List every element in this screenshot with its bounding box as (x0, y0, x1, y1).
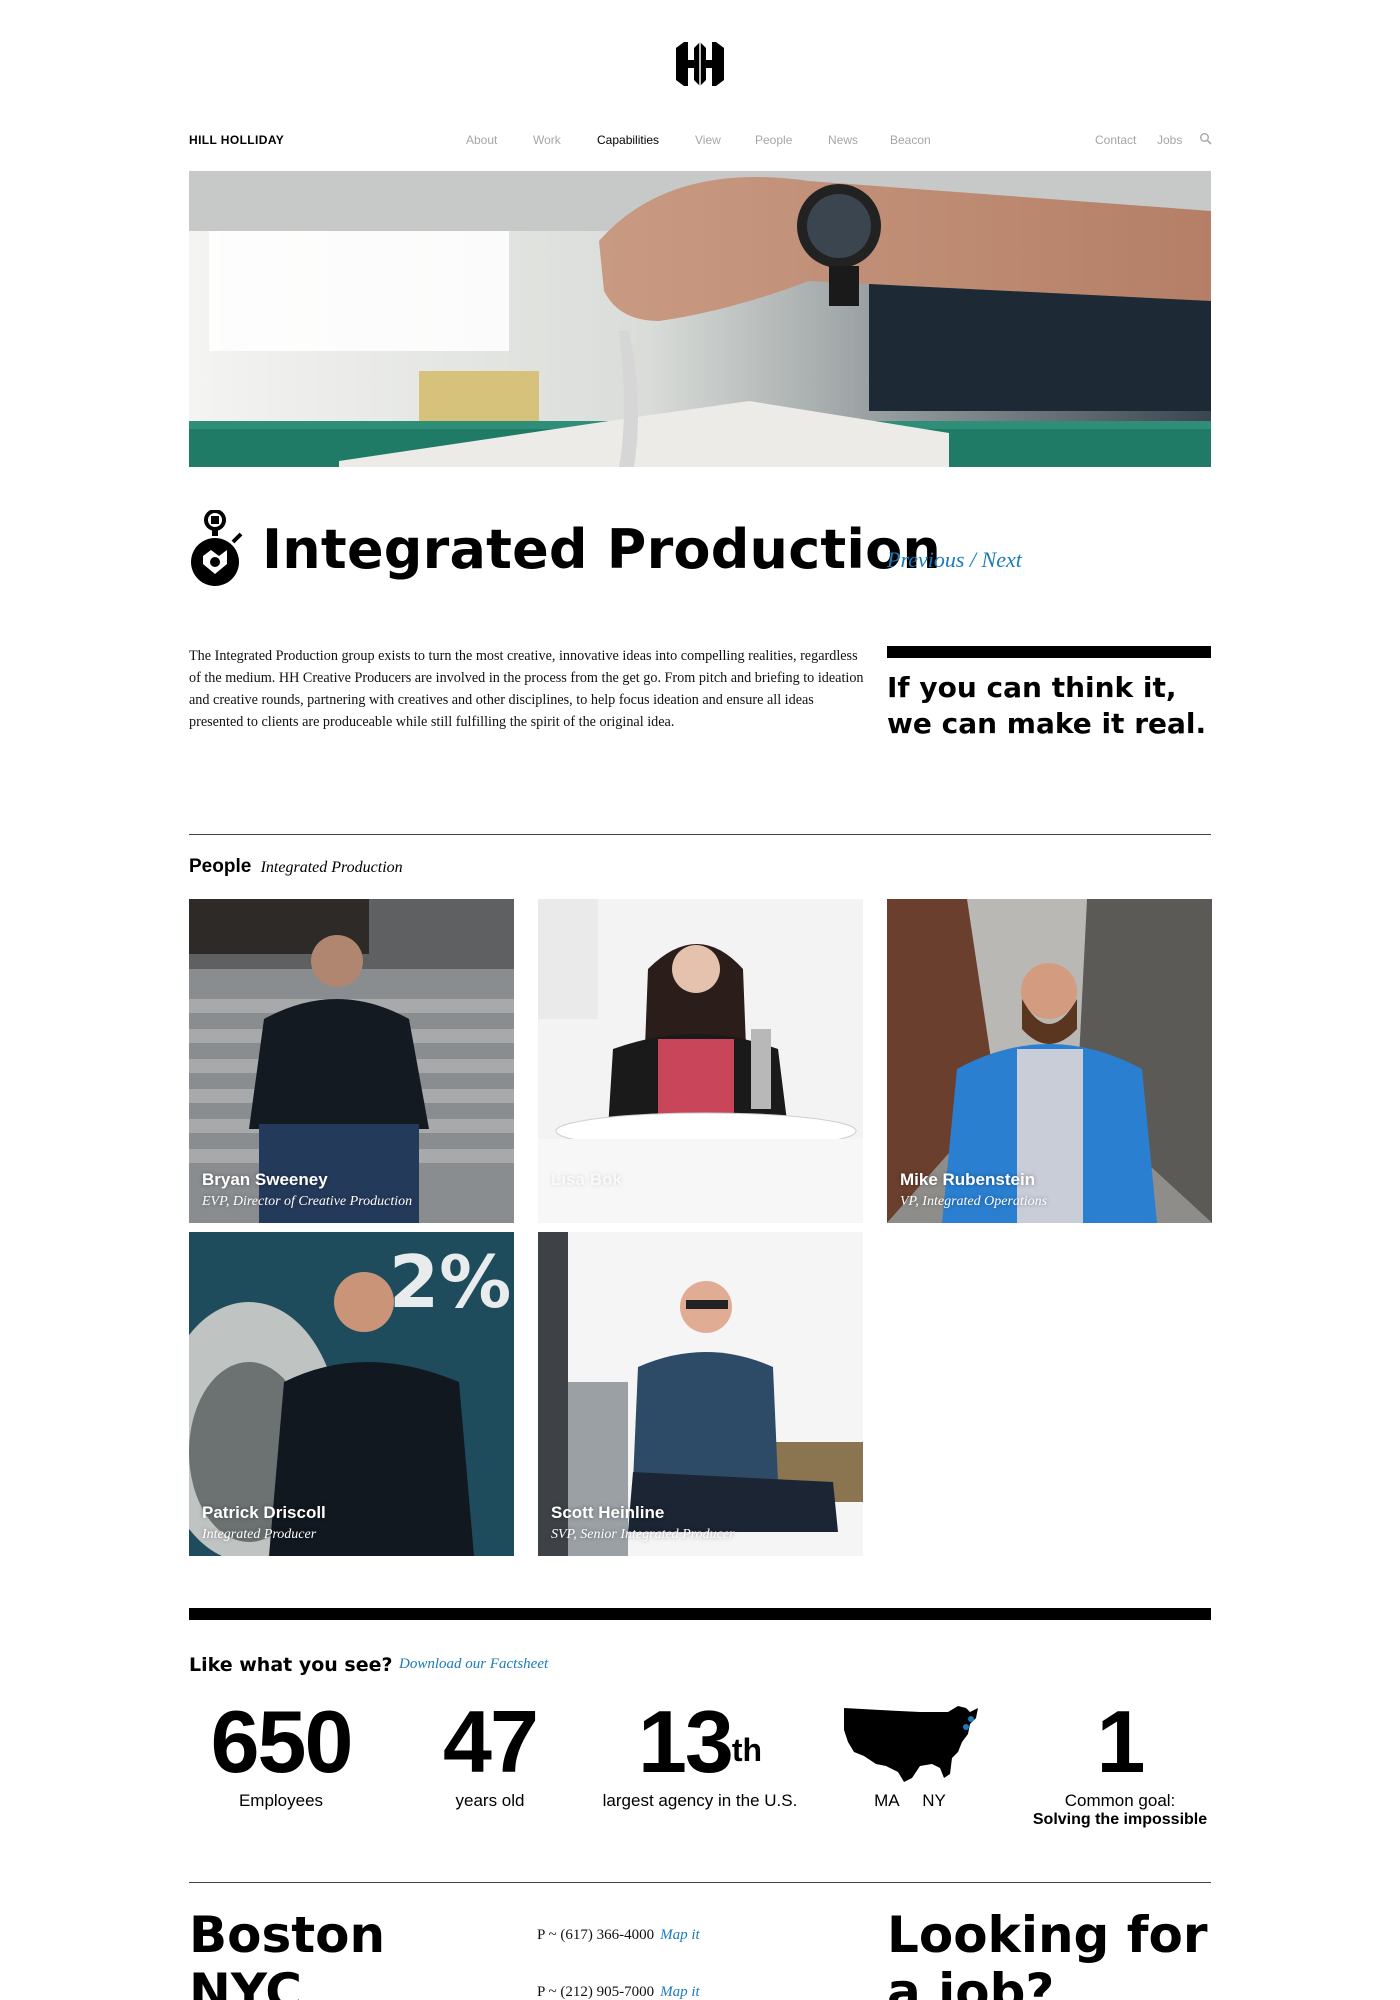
stat-locations-label: MA NY (874, 1791, 946, 1810)
factsheet-link[interactable]: Download our Factsheet (399, 1656, 548, 1673)
nav-contact[interactable]: Contact (1095, 133, 1136, 147)
stat-years-label: years old (455, 1791, 525, 1810)
nav-jobs[interactable]: Jobs (1157, 133, 1182, 147)
person-role: EVP, Director of Creative Production (202, 1194, 413, 1209)
stat-rank-label: largest agency in the U.S. (602, 1791, 798, 1810)
person-name: Lisa Bok (551, 1170, 622, 1189)
stat-employees-value: 650 (210, 1692, 354, 1791)
stat-goal-label: Common goal: Solving the impossible (1010, 1791, 1230, 1829)
nav-news[interactable]: News (828, 133, 858, 147)
nav-about[interactable]: About (466, 133, 497, 147)
page-title: Integrated Production (262, 518, 942, 581)
stat-goal-sub: Solving the impossible (1032, 1811, 1208, 1828)
boston-phone-number: P ~ (617) 366-4000 (537, 1927, 655, 1943)
prev-next-nav: Previous / Next (887, 547, 1022, 573)
stat-rank-suffix: th (731, 1732, 763, 1768)
stat-employees-label: Employees (238, 1791, 324, 1810)
person-role: SVP, Senior Integrated Producer (551, 1527, 735, 1542)
stats-divider (189, 1608, 1211, 1620)
nav-people[interactable]: People (755, 133, 792, 147)
svg-text:2%: 2% (389, 1240, 511, 1324)
previous-link[interactable]: Previous (887, 547, 964, 572)
person-role: Integrated Producer (202, 1527, 317, 1542)
prev-next-separator: / (969, 547, 977, 572)
person-name: Bryan Sweeney (202, 1170, 328, 1189)
production-stopwatch-icon (191, 510, 243, 586)
person-card[interactable]: 2% Patrick Driscoll Integrated Producer (189, 1232, 514, 1556)
person-card[interactable]: Lisa Bok (538, 899, 863, 1223)
next-link[interactable]: Next (982, 547, 1022, 572)
person-name: Mike Rubenstein (900, 1170, 1036, 1189)
hero-image (189, 171, 1211, 467)
nyc-phone-number: P ~ (212) 905-7000 (537, 1984, 655, 2000)
stats-heading: Like what you see? (189, 1654, 393, 1676)
us-map-icon (844, 1706, 978, 1782)
people-heading: People Integrated Production (189, 856, 403, 878)
person-card[interactable]: Mike Rubenstein VP, Integrated Operation… (887, 899, 1212, 1223)
nav-view[interactable]: View (695, 133, 721, 147)
nyc-phone: P ~ (212) 905-7000 Map it (537, 1984, 700, 2000)
stat-goal-value: 1 (1096, 1692, 1146, 1791)
city-nyc: NYC (189, 1963, 302, 2000)
pull-quote: If you can think it, we can make it real… (887, 671, 1207, 740)
intro-paragraph: The Integrated Production group exists t… (189, 648, 864, 730)
person-name: Patrick Driscoll (202, 1503, 326, 1522)
section-divider (189, 834, 1211, 835)
boston-phone: P ~ (617) 366-4000 Map it (537, 1927, 700, 1944)
stat-rank-number: 13 (637, 1692, 734, 1791)
footer-divider (189, 1882, 1211, 1883)
person-card[interactable]: Scott Heinline SVP, Senior Integrated Pr… (538, 1232, 863, 1556)
search-icon[interactable] (1199, 132, 1213, 146)
brand-name[interactable]: HILL HOLLIDAY (189, 133, 284, 147)
person-role: VP, Integrated Operations (900, 1194, 1048, 1209)
nyc-map-link[interactable]: Map it (660, 1984, 700, 2000)
person-card[interactable]: Bryan Sweeney EVP, Director of Creative … (189, 899, 514, 1223)
people-heading-subtitle: Integrated Production (260, 859, 403, 876)
stat-goal-label-text: Common goal: (1064, 1791, 1176, 1810)
city-boston: Boston (189, 1906, 386, 1964)
nav-beacon[interactable]: Beacon (890, 133, 931, 147)
people-heading-label: People (189, 856, 252, 877)
nav-capabilities[interactable]: Capabilities (597, 133, 659, 147)
stat-years-value: 47 (443, 1692, 539, 1791)
quote-divider (887, 646, 1211, 658)
nav-work[interactable]: Work (533, 133, 561, 147)
jobs-heading-line1[interactable]: Looking for (887, 1907, 1208, 1963)
person-name: Scott Heinline (551, 1503, 665, 1522)
boston-map-link[interactable]: Map it (660, 1927, 700, 1943)
jobs-heading-line2[interactable]: a job? (887, 1964, 1054, 2000)
stat-rank-value: 13th (600, 1692, 800, 1792)
hh-logo-icon[interactable] (672, 42, 728, 86)
